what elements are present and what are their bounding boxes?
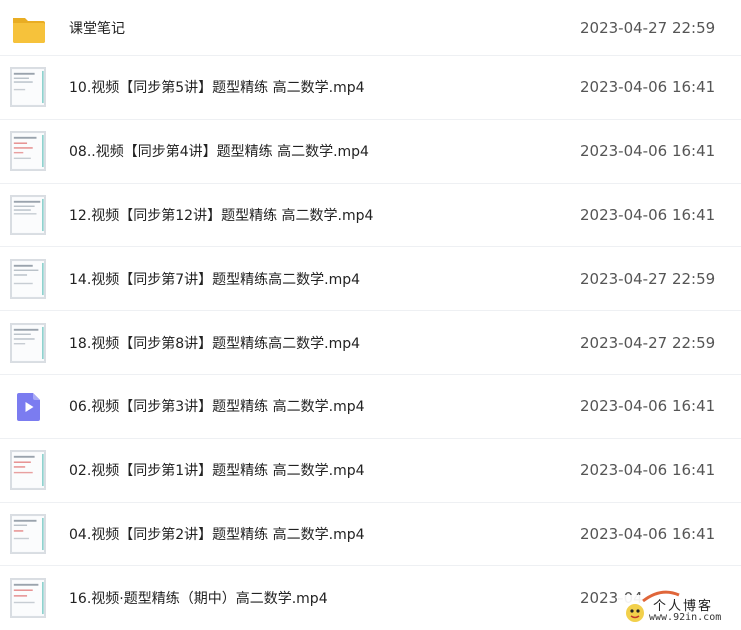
- watermark-logo-icon: [626, 604, 644, 622]
- watermark: 个人博客 www.92in.com: [619, 590, 729, 627]
- watermark-url: www.92in.com: [649, 612, 722, 623]
- file-row[interactable]: 10.视频【同步第5讲】题型精练 高二数学.mp4 2023-04-06 16:…: [0, 56, 741, 120]
- file-date: 2023-04-06 16:41: [580, 397, 716, 416]
- file-name: 04.视频【同步第2讲】题型精练 高二数学.mp4: [69, 526, 365, 543]
- file-name: 08..视频【同步第4讲】题型精练 高二数学.mp4: [69, 144, 369, 161]
- file-date: 2023-04-06 16:41: [580, 205, 716, 224]
- video-thumbnail-icon: [10, 194, 48, 235]
- file-name: 02.视频【同步第1讲】题型精练 高二数学.mp4: [69, 463, 365, 480]
- file-name: 18.视频【同步第8讲】题型精练高二数学.mp4: [69, 335, 361, 352]
- video-thumbnail-icon: [10, 322, 48, 363]
- video-file-icon: [10, 386, 48, 426]
- file-name: 课堂笔记: [69, 20, 125, 37]
- file-name: 12.视频【同步第12讲】题型精练 高二数学.mp4: [69, 207, 374, 224]
- file-row[interactable]: 06.视频【同步第3讲】题型精练 高二数学.mp4 2023-04-06 16:…: [0, 375, 741, 439]
- file-row[interactable]: 课堂笔记 2023-04-27 22:59: [0, 0, 741, 56]
- file-name: 16.视频·题型精练（期中）高二数学.mp4: [69, 591, 328, 608]
- file-date: 2023-04-06 16:41: [580, 78, 716, 97]
- file-name: 10.视频【同步第5讲】题型精练 高二数学.mp4: [69, 80, 365, 97]
- file-date: 2023-04-06 16:41: [580, 142, 716, 161]
- file-name: 06.视频【同步第3讲】题型精练 高二数学.mp4: [69, 399, 365, 416]
- file-list: 课堂笔记 2023-04-27 22:59 10.视频【同步第5讲】题型精练 高…: [0, 0, 741, 630]
- file-date: 2023-04-06 16:41: [580, 524, 716, 543]
- file-date: 2023-04-27 22:59: [580, 269, 716, 288]
- file-row[interactable]: 14.视频【同步第7讲】题型精练高二数学.mp4 2023-04-27 22:5…: [0, 247, 741, 312]
- file-name: 14.视频【同步第7讲】题型精练高二数学.mp4: [69, 271, 361, 288]
- file-date: 2023-04-27 22:59: [580, 18, 716, 37]
- file-row[interactable]: 08..视频【同步第4讲】题型精练 高二数学.mp4 2023-04-06 16…: [0, 120, 741, 184]
- file-row[interactable]: 02.视频【同步第1讲】题型精练 高二数学.mp4 2023-04-06 16:…: [0, 439, 741, 503]
- video-thumbnail-icon: [10, 513, 48, 554]
- video-thumbnail-icon: [10, 131, 48, 172]
- file-date: 2023-04-06 16:41: [580, 461, 716, 480]
- video-thumbnail-icon: [10, 450, 48, 491]
- folder-icon: [10, 8, 48, 48]
- video-thumbnail-icon: [10, 578, 48, 619]
- file-row[interactable]: 04.视频【同步第2讲】题型精练 高二数学.mp4 2023-04-06 16:…: [0, 503, 741, 567]
- file-row[interactable]: 12.视频【同步第12讲】题型精练 高二数学.mp4 2023-04-06 16…: [0, 184, 741, 248]
- video-thumbnail-icon: [10, 67, 48, 108]
- video-thumbnail-icon: [10, 258, 48, 299]
- file-row[interactable]: 18.视频【同步第8讲】题型精练高二数学.mp4 2023-04-27 22:5…: [0, 311, 741, 375]
- file-date: 2023-04-27 22:59: [580, 333, 716, 352]
